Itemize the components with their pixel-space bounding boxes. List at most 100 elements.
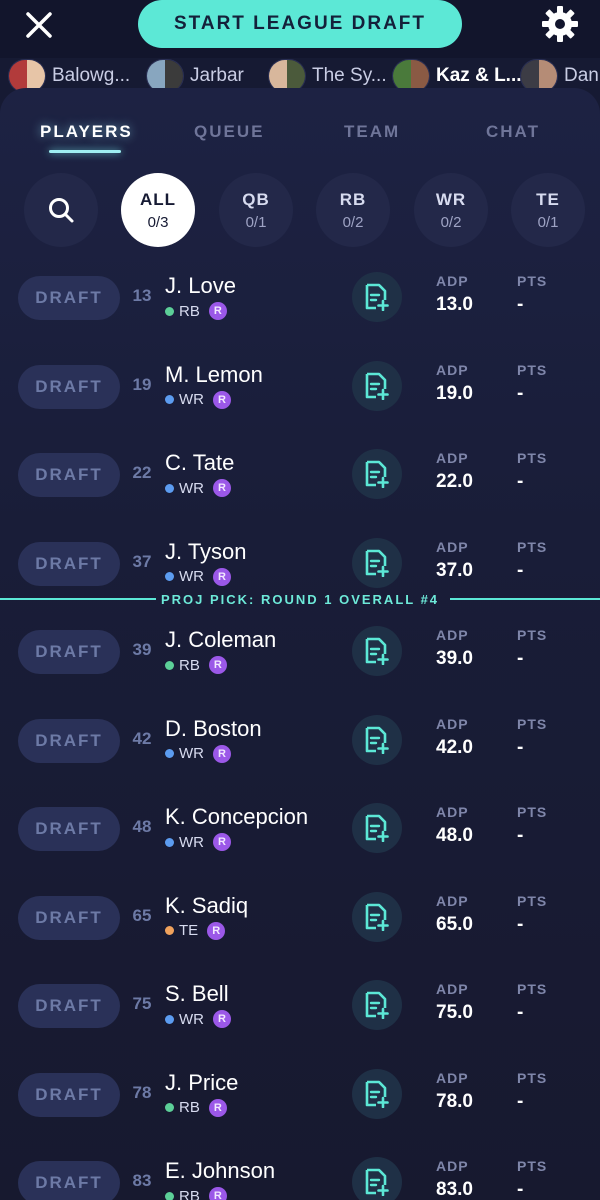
adp-label: ADP xyxy=(436,981,469,997)
pts-value: - xyxy=(517,825,524,846)
add-to-queue-button[interactable] xyxy=(352,449,402,499)
filter-label: QB xyxy=(242,189,270,209)
tab-queue[interactable]: QUEUE xyxy=(194,122,264,142)
add-to-queue-button[interactable] xyxy=(352,537,402,588)
draft-button[interactable]: DRAFT xyxy=(18,276,120,320)
start-league-draft-button[interactable]: START LEAGUE DRAFT xyxy=(138,0,462,48)
pts-value: - xyxy=(517,471,524,492)
player-name[interactable]: M. Lemon xyxy=(165,362,263,388)
draft-button[interactable]: DRAFT xyxy=(18,453,120,497)
player-position: WR xyxy=(179,568,204,585)
position-dot xyxy=(165,306,174,316)
rookie-badge: R xyxy=(213,479,231,497)
draft-button[interactable]: DRAFT xyxy=(18,1072,120,1117)
player-row[interactable]: DRAFT 65 K. Sadiq TE R ADP 65.0 PTS - xyxy=(0,884,600,972)
player-row[interactable]: DRAFT 19 M. Lemon WR R ADP 19.0 PTS - xyxy=(0,353,600,441)
draft-button[interactable]: DRAFT xyxy=(18,364,120,409)
adp-value: 65.0 xyxy=(436,913,473,935)
adp-value: 19.0 xyxy=(436,382,473,404)
player-position-line: WR R xyxy=(165,1010,231,1028)
settings-button[interactable] xyxy=(540,4,580,44)
add-to-queue-button[interactable] xyxy=(352,714,402,765)
player-name[interactable]: C. Tate xyxy=(165,450,234,476)
close-icon xyxy=(26,12,52,38)
tab-team[interactable]: TEAM xyxy=(344,122,400,142)
add-to-queue-icon xyxy=(365,726,389,754)
player-position: WR xyxy=(179,479,204,497)
player-name[interactable]: K. Concepcion xyxy=(165,804,308,830)
filter-label: RB xyxy=(339,189,367,209)
rookie-badge: R xyxy=(213,744,231,763)
add-to-queue-button[interactable] xyxy=(352,980,402,1030)
add-to-queue-button[interactable] xyxy=(352,803,402,853)
tab-chat[interactable]: CHAT xyxy=(486,122,540,142)
adp-value: 48.0 xyxy=(436,825,473,846)
pts-label: PTS xyxy=(517,538,548,555)
player-row[interactable]: DRAFT 22 C. Tate WR R ADP 22.0 PTS - xyxy=(0,441,600,529)
position-dot xyxy=(165,837,174,847)
player-name[interactable]: D. Boston xyxy=(165,716,262,742)
add-to-queue-icon xyxy=(365,903,389,931)
adp-label: ADP xyxy=(436,361,469,378)
adp-value: 37.0 xyxy=(436,559,473,581)
pts-value: - xyxy=(517,559,524,581)
adp-value: 75.0 xyxy=(436,1002,473,1023)
tab-players[interactable]: PLAYERS xyxy=(40,122,133,142)
player-rank: 13 xyxy=(132,286,152,305)
pts-value: - xyxy=(517,1002,524,1023)
draft-button[interactable]: DRAFT xyxy=(18,630,120,674)
pts-label: PTS xyxy=(517,273,548,289)
pts-label: PTS xyxy=(517,1158,548,1174)
draft-button[interactable]: DRAFT xyxy=(18,1161,120,1200)
filter-all[interactable]: ALL 0/3 xyxy=(121,173,195,247)
add-to-queue-button[interactable] xyxy=(352,1068,402,1119)
adp-value: 13.0 xyxy=(436,294,473,315)
add-to-queue-button[interactable] xyxy=(352,626,402,676)
player-name[interactable]: J. Love xyxy=(165,273,236,299)
player-position-line: WR R xyxy=(165,744,231,763)
team-name: Balowg... xyxy=(52,65,131,86)
player-rank: 83 xyxy=(132,1171,152,1190)
adp-label: ADP xyxy=(436,627,469,643)
close-button[interactable] xyxy=(22,8,56,42)
pts-label: PTS xyxy=(517,892,548,909)
top-bar: START LEAGUE DRAFT xyxy=(0,0,600,58)
draft-button[interactable]: DRAFT xyxy=(18,541,120,586)
player-name[interactable]: J. Tyson xyxy=(165,539,247,565)
player-row[interactable]: DRAFT 48 K. Concepcion WR R ADP 48.0 PTS - xyxy=(0,795,600,883)
player-row[interactable]: DRAFT 78 J. Price RB R ADP 78.0 PTS - xyxy=(0,1061,600,1149)
player-name[interactable]: S. Bell xyxy=(165,981,229,1007)
position-dot xyxy=(165,572,174,581)
filter-qb[interactable]: QB 0/1 xyxy=(219,173,293,247)
add-to-queue-button[interactable] xyxy=(352,1157,402,1200)
player-name[interactable]: K. Sadiq xyxy=(165,893,248,919)
rookie-badge: R xyxy=(213,833,231,851)
player-row[interactable]: DRAFT 42 D. Boston WR R ADP 42.0 PTS - xyxy=(0,707,600,795)
search-button[interactable] xyxy=(24,173,98,247)
projected-pick-divider: PROJ PICK: ROUND 1 OVERALL #4 xyxy=(0,592,600,607)
position-dot xyxy=(165,660,174,670)
draft-button[interactable]: DRAFT xyxy=(18,984,120,1028)
player-row[interactable]: DRAFT 39 J. Coleman RB R ADP 39.0 PTS - xyxy=(0,618,600,706)
draft-button[interactable]: DRAFT xyxy=(18,895,120,940)
draft-button[interactable]: DRAFT xyxy=(18,807,120,851)
add-to-queue-button[interactable] xyxy=(352,272,402,322)
player-name[interactable]: J. Price xyxy=(165,1070,238,1096)
rookie-badge: R xyxy=(208,302,227,320)
filter-rb[interactable]: RB 0/2 xyxy=(316,173,390,247)
add-to-queue-button[interactable] xyxy=(352,360,402,411)
player-row[interactable]: DRAFT 83 E. Johnson RB R ADP 83.0 PTS - xyxy=(0,1149,600,1200)
player-row[interactable]: DRAFT 75 S. Bell WR R ADP 75.0 PTS - xyxy=(0,972,600,1060)
draft-button[interactable]: DRAFT xyxy=(18,718,120,763)
pts-value: - xyxy=(517,1179,524,1200)
player-position: RB xyxy=(179,302,200,320)
pts-value: - xyxy=(517,294,524,315)
add-to-queue-button[interactable] xyxy=(352,891,402,942)
player-row[interactable]: DRAFT 13 J. Love RB R ADP 13.0 PTS - xyxy=(0,264,600,352)
filter-te[interactable]: TE 0/1 xyxy=(511,173,585,247)
filter-wr[interactable]: WR 0/2 xyxy=(414,173,488,247)
adp-label: ADP xyxy=(436,273,469,289)
player-name[interactable]: J. Coleman xyxy=(165,627,276,653)
player-position: RB xyxy=(179,1099,200,1116)
player-name[interactable]: E. Johnson xyxy=(165,1158,275,1184)
